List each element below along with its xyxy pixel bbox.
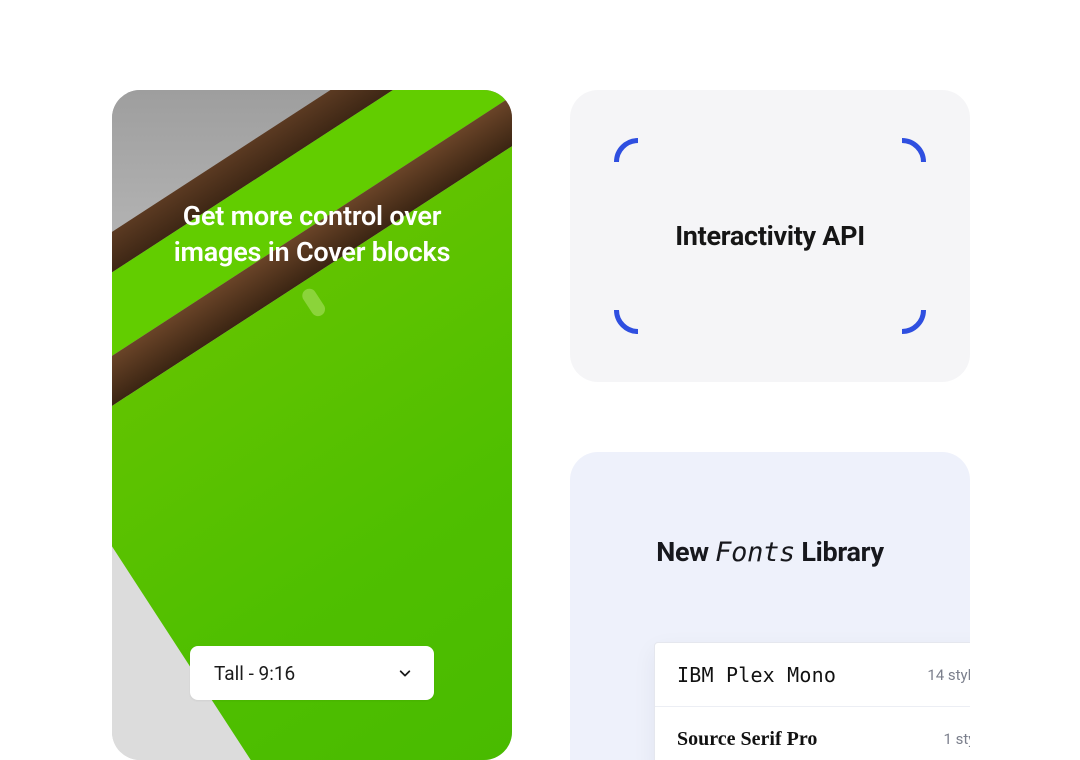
focus-corner-icon xyxy=(614,138,662,186)
focus-corner-icon xyxy=(878,138,926,186)
font-styles-count: 14 styles xyxy=(927,666,970,684)
cover-card-title: Get more control over images in Cover bl… xyxy=(112,198,512,271)
fonts-title-word-fonts: Fonts xyxy=(715,537,795,568)
font-name: Source Serif Pro xyxy=(677,728,817,751)
font-styles-count: 1 style xyxy=(944,730,971,748)
aspect-ratio-select[interactable]: Tall - 9:16 xyxy=(190,646,434,700)
api-card-title: Interactivity API xyxy=(675,220,865,252)
feature-card-fonts-library: New Fonts Library IBM Plex Mono 14 style… xyxy=(570,452,970,760)
font-list-item[interactable]: IBM Plex Mono 14 styles xyxy=(655,643,970,707)
fonts-title-word-new: New xyxy=(656,536,709,568)
focus-corner-icon xyxy=(878,286,926,334)
fonts-card-title: New Fonts Library xyxy=(570,536,970,568)
focus-corner-icon xyxy=(614,286,662,334)
font-list-item[interactable]: Source Serif Pro 1 style xyxy=(655,707,970,760)
chevron-down-icon xyxy=(398,666,412,680)
feature-card-interactivity-api: Interactivity API xyxy=(570,90,970,382)
fonts-title-word-library: Library xyxy=(801,536,883,568)
fonts-list-panel: IBM Plex Mono 14 styles Source Serif Pro… xyxy=(654,642,970,760)
aspect-ratio-value: Tall - 9:16 xyxy=(214,662,295,685)
font-name: IBM Plex Mono xyxy=(677,663,836,687)
feature-card-cover-blocks: Get more control over images in Cover bl… xyxy=(112,90,512,760)
